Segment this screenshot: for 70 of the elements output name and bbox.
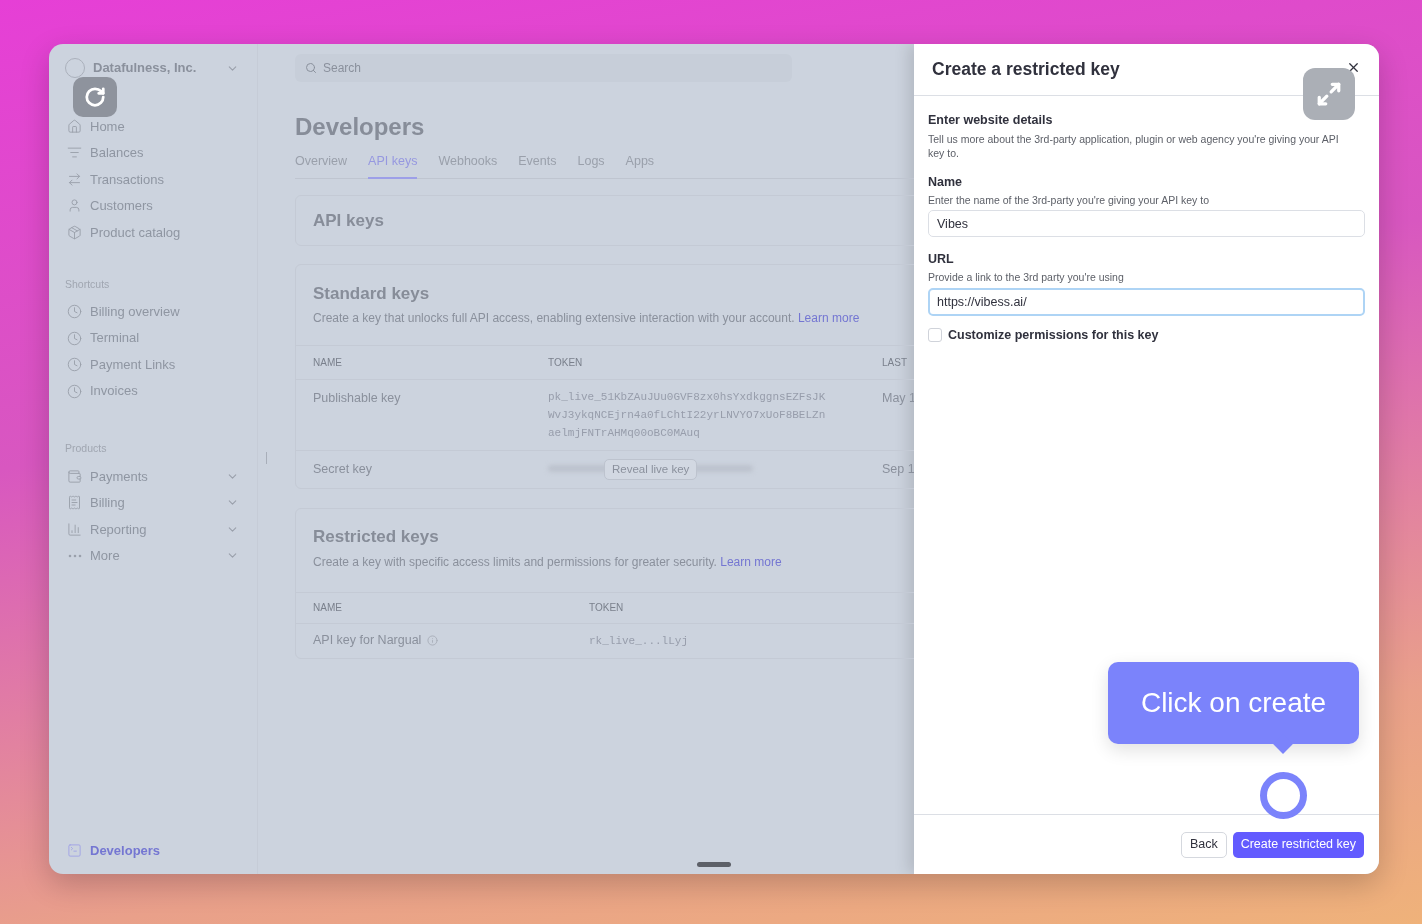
text-field[interactable]: https://vibess.ai/ bbox=[928, 287, 1365, 316]
nav-link[interactable]: Customers bbox=[90, 196, 153, 216]
card-title: Restricted keys bbox=[313, 526, 440, 549]
table-cell-text: Publishable key bbox=[313, 390, 402, 408]
nav-link[interactable]: Home bbox=[90, 116, 125, 136]
page-title: Developers bbox=[295, 112, 426, 142]
resize-handle[interactable] bbox=[266, 452, 267, 464]
org-name[interactable]: Datafulness, Inc. bbox=[93, 58, 197, 78]
nav-link[interactable]: Terminal bbox=[90, 328, 140, 348]
clock-icon bbox=[67, 383, 82, 399]
field-label: Name bbox=[928, 173, 964, 191]
learn-more-link[interactable]: Learn more bbox=[720, 554, 782, 569]
search-field[interactable]: Search bbox=[295, 54, 792, 82]
nav-link[interactable]: Payments bbox=[90, 466, 148, 486]
field-hint: Provide a link to the 3rd party you're using bbox=[928, 270, 1125, 285]
refresh-icon bbox=[84, 86, 106, 108]
text-field[interactable]: Vibes bbox=[928, 210, 1365, 238]
clock-icon bbox=[67, 330, 82, 346]
nav-link[interactable]: Payment Links bbox=[90, 354, 176, 375]
nav-link[interactable]: Billing bbox=[90, 493, 125, 513]
column-header: TOKEN bbox=[548, 356, 584, 371]
info-icon[interactable] bbox=[427, 635, 439, 647]
expand-icon bbox=[1316, 81, 1342, 107]
arrows-icon bbox=[67, 171, 82, 187]
learn-more-link[interactable]: Learn more bbox=[797, 311, 860, 326]
terminal-icon bbox=[67, 842, 82, 858]
card-title: Standard keys bbox=[313, 282, 431, 305]
tab[interactable]: API keys bbox=[368, 152, 418, 179]
nav-link[interactable]: Developers bbox=[90, 840, 161, 860]
nav-link[interactable]: Billing overview bbox=[90, 301, 180, 322]
click-indicator bbox=[1260, 772, 1307, 819]
checkbox[interactable] bbox=[928, 328, 942, 343]
clock-icon bbox=[67, 304, 82, 319]
nav-link[interactable]: Balances bbox=[90, 143, 144, 163]
reveal-key-button[interactable]: Reveal live key bbox=[604, 459, 698, 481]
column-header: TOKEN bbox=[589, 601, 625, 616]
nav-link[interactable]: Reporting bbox=[90, 519, 147, 539]
drawer-title: Create a restricted key bbox=[932, 58, 1120, 82]
nav-link[interactable]: Transactions bbox=[90, 169, 164, 189]
section-title: Enter website details bbox=[928, 112, 1054, 129]
person-icon bbox=[67, 198, 82, 214]
receipt-icon bbox=[67, 495, 82, 511]
back-button[interactable]: Back bbox=[1180, 831, 1227, 858]
scroll-handle[interactable] bbox=[697, 862, 731, 867]
box-icon bbox=[67, 224, 82, 240]
clock-icon bbox=[67, 357, 82, 372]
list-icon bbox=[67, 145, 82, 161]
table-cell-text: Secret key bbox=[313, 461, 374, 479]
refresh-button[interactable] bbox=[73, 77, 117, 117]
dots-icon bbox=[67, 553, 82, 558]
table-cell-text: API key for Nargual bbox=[313, 632, 422, 650]
column-header: NAME bbox=[313, 356, 343, 371]
search-icon bbox=[305, 62, 317, 74]
column-header: NAME bbox=[313, 601, 343, 616]
nav-link[interactable]: Product catalog bbox=[90, 222, 181, 242]
nav-link[interactable]: Invoices bbox=[90, 381, 138, 401]
checkbox-label: Customize permissions for this key bbox=[948, 326, 1159, 344]
card-description: Create a key that unlocks full API access, enabling extensive interaction with your account. Learn more bbox=[313, 310, 861, 328]
column-header: LAST bbox=[882, 356, 908, 371]
house-icon bbox=[67, 118, 82, 134]
card-title: API keys bbox=[313, 209, 384, 232]
field-hint: Enter the name of the 3rd-party you're giving your API key to bbox=[928, 192, 1210, 208]
section-description: Tell us more about the 3rd-party application, plugin or web agency you're giving your API key to. bbox=[928, 131, 1340, 160]
nav-link[interactable]: More bbox=[90, 546, 120, 566]
wallet-icon bbox=[67, 468, 82, 484]
create-button[interactable]: Create restricted key bbox=[1232, 831, 1364, 858]
field-label: URL bbox=[928, 251, 955, 269]
bar-chart-icon bbox=[67, 521, 82, 537]
card-description: Create a key with specific access limits and permissions for greater security. Learn more bbox=[313, 553, 783, 571]
tooltip-text: Click on create bbox=[1140, 686, 1327, 720]
